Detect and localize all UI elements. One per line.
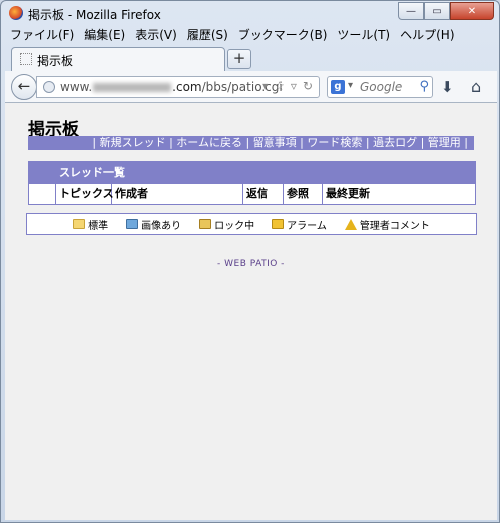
tab-bbs[interactable]: 掲示板	[11, 47, 225, 71]
bbs-nav-links: | 新規スレッド | ホームに戻る | 留意事項 | ワード検索 | 過去ログ …	[28, 136, 474, 150]
legend-image: 画像あり	[126, 217, 181, 232]
nav-home[interactable]: ホームに戻る	[176, 136, 242, 149]
globe-icon	[43, 81, 55, 93]
url-text: www. .com/bbs/patio.cgi	[60, 80, 283, 94]
menu-tools[interactable]: ツール(T)	[332, 26, 395, 44]
folder-icon	[73, 219, 86, 229]
address-bar[interactable]: www. .com/bbs/patio.cgi ▾ ☆ ▿ ↻	[36, 76, 320, 98]
alarm-folder-icon	[272, 219, 285, 229]
menu-help[interactable]: ヘルプ(H)	[395, 26, 459, 44]
column-views: 参照	[284, 184, 323, 204]
legend-admin-comment: 管理者コメント	[344, 217, 430, 232]
url-prefix: www.	[60, 80, 93, 94]
nav-admin[interactable]: 管理用	[428, 136, 461, 149]
navigation-bar: ← www..com/bbs/patio.cgi ▾ ☆ ▿ ↻ g ▾ ⚲ ⬇…	[5, 71, 497, 103]
nav-past-log[interactable]: 過去ログ	[373, 136, 417, 149]
search-bar[interactable]: g ▾ ⚲	[327, 76, 433, 98]
thread-list-header-row: トピックス 作成者 返信 参照 最終更新	[29, 183, 475, 204]
maximize-button[interactable]: ▭	[424, 2, 450, 20]
reload-icon[interactable]: ↻	[303, 79, 313, 93]
menu-bookmarks[interactable]: ブックマーク(B)	[233, 26, 333, 44]
title-bar: 掲示板 - Mozilla Firefox — ▭ ✕	[1, 1, 499, 25]
bookmark-star-icon[interactable]: ☆	[274, 79, 285, 93]
menu-view[interactable]: 表示(V)	[130, 26, 182, 44]
tab-label: 掲示板	[37, 54, 74, 68]
warning-icon	[344, 218, 357, 230]
menu-edit[interactable]: 編集(E)	[79, 26, 130, 44]
minimize-button[interactable]: —	[398, 2, 424, 20]
window-controls: — ▭ ✕	[398, 2, 494, 20]
back-arrow-icon: ←	[17, 77, 31, 95]
nav-word-search[interactable]: ワード検索	[307, 136, 362, 149]
engine-dropdown-icon[interactable]: ▾	[348, 80, 353, 91]
firefox-logo-icon	[9, 6, 23, 20]
menu-history[interactable]: 履歴(S)	[182, 26, 233, 44]
footer-credit[interactable]: - WEB PATIO -	[5, 259, 497, 269]
legend-locked: ロック中	[199, 217, 254, 232]
url-redacted-host	[93, 83, 172, 92]
search-magnifier-icon[interactable]: ⚲	[419, 79, 429, 94]
close-button[interactable]: ✕	[450, 2, 494, 20]
column-last-updated: 最終更新	[326, 187, 370, 200]
dropdown-arrow-icon[interactable]: ▾	[262, 79, 268, 93]
home-icon[interactable]: ⌂	[471, 77, 481, 96]
legend-standard: 標準	[73, 217, 108, 232]
search-input[interactable]	[360, 80, 414, 94]
column-replies: 返信	[243, 184, 284, 204]
column-author: 作成者	[112, 184, 243, 204]
menu-bar: ファイル(F) 編集(E) 表示(V) 履歴(S) ブックマーク(B) ツール(…	[5, 26, 460, 44]
window-title: 掲示板 - Mozilla Firefox	[28, 8, 161, 22]
google-engine-icon[interactable]: g	[331, 80, 345, 94]
nav-new-thread[interactable]: 新規スレッド	[100, 136, 166, 149]
nav-notes[interactable]: 留意事項	[253, 136, 297, 149]
column-icon	[29, 184, 56, 204]
legend-alarm: アラーム	[272, 217, 327, 232]
download-icon[interactable]: ⬇	[441, 78, 454, 96]
thread-list-heading: スレッド一覧	[29, 162, 475, 183]
url-host-suffix: .com	[172, 80, 202, 94]
locked-folder-icon	[199, 219, 212, 229]
page-content: 掲示板 | 新規スレッド | ホームに戻る | 留意事項 | ワード検索 | 過…	[5, 103, 497, 520]
thread-list-table: スレッド一覧 トピックス 作成者 返信 参照 最終更新	[28, 161, 476, 205]
image-folder-icon	[126, 219, 139, 229]
back-button[interactable]: ←	[11, 74, 37, 100]
blank-page-icon	[20, 53, 32, 65]
history-dropdown-icon[interactable]: ▿	[291, 79, 297, 93]
icon-legend: 標準 画像あり ロック中 アラーム 管理者コメント	[26, 213, 477, 235]
url-tools: ▾ ☆ ▿ ↻	[262, 79, 313, 93]
browser-window: 掲示板 - Mozilla Firefox — ▭ ✕ ファイル(F) 編集(E…	[0, 0, 500, 523]
column-topics: トピックス	[56, 184, 114, 204]
menu-file[interactable]: ファイル(F)	[5, 26, 79, 44]
new-tab-button[interactable]: +	[227, 49, 251, 69]
tab-strip: 掲示板 +	[5, 45, 497, 71]
